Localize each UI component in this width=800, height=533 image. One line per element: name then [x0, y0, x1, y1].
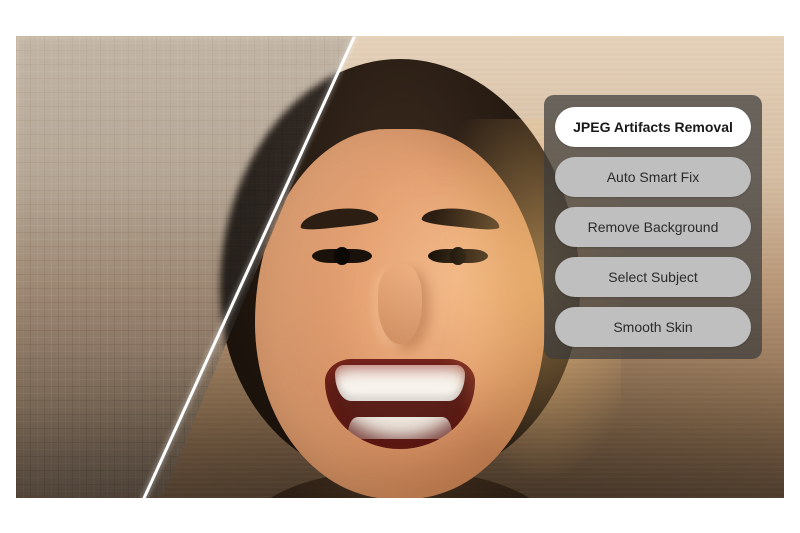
- tool-smooth-skin[interactable]: Smooth Skin: [555, 307, 751, 347]
- editor-canvas: JPEG Artifacts Removal Auto Smart Fix Re…: [0, 0, 800, 533]
- tool-auto-smart-fix[interactable]: Auto Smart Fix: [555, 157, 751, 197]
- tool-jpeg-artifacts-removal[interactable]: JPEG Artifacts Removal: [555, 107, 751, 147]
- quick-actions-panel: JPEG Artifacts Removal Auto Smart Fix Re…: [544, 95, 762, 359]
- tool-remove-background[interactable]: Remove Background: [555, 207, 751, 247]
- tool-select-subject[interactable]: Select Subject: [555, 257, 751, 297]
- photo-comparison-area: JPEG Artifacts Removal Auto Smart Fix Re…: [16, 36, 784, 498]
